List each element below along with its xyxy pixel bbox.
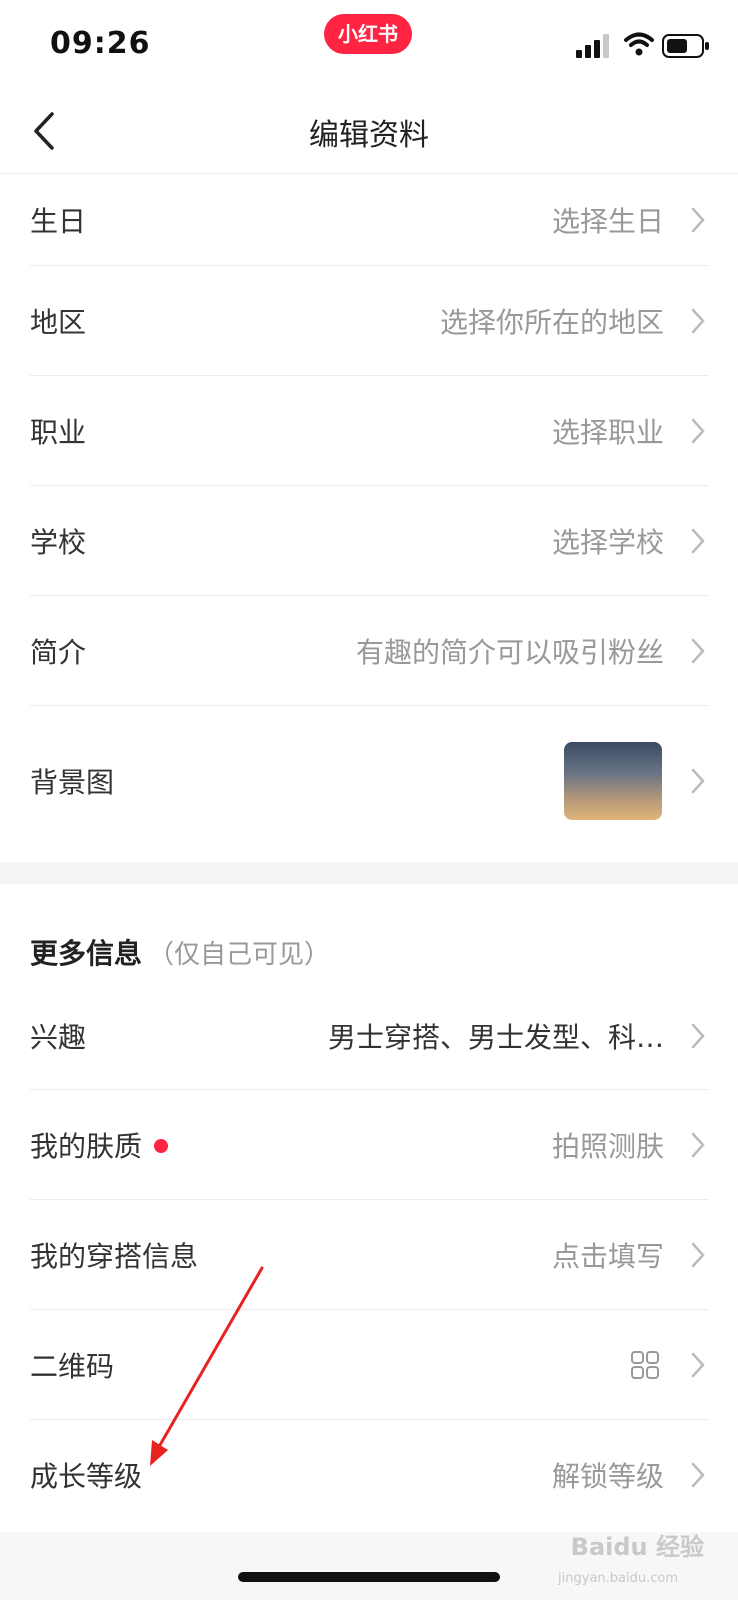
row-background-image[interactable]: 背景图	[30, 706, 708, 856]
status-time: 09:26	[50, 26, 151, 61]
row-label-text: 我的肤质	[30, 1129, 143, 1163]
chevron-right-icon	[691, 418, 705, 443]
section-note: （仅自己可见）	[148, 940, 331, 970]
row-interests[interactable]: 兴趣 男士穿搭、男士发型、科…	[30, 982, 708, 1090]
wifi-icon	[624, 32, 654, 56]
nav-bar: 编辑资料	[0, 88, 738, 174]
row-birthday[interactable]: 生日 选择生日	[30, 174, 708, 266]
row-label: 二维码	[30, 1349, 115, 1383]
row-value: 解锁等级	[551, 1460, 664, 1493]
section-title-text: 更多信息	[30, 937, 143, 970]
row-value: 有趣的简介可以吸引粉丝	[355, 635, 664, 669]
row-value: 选择你所在的地区	[439, 305, 664, 339]
chevron-right-icon	[691, 638, 705, 663]
chevron-right-icon	[691, 308, 705, 333]
row-label: 背景图	[30, 766, 115, 799]
row-qr-code[interactable]: 二维码	[30, 1310, 708, 1420]
row-label: 我的穿搭信息	[30, 1239, 199, 1273]
row-value: 选择生日	[551, 204, 664, 238]
qr-code-icon	[631, 1350, 659, 1379]
row-outfit-info[interactable]: 我的穿搭信息 点击填写	[30, 1200, 708, 1310]
chevron-right-icon	[691, 1242, 705, 1267]
row-growth-level[interactable]: 成长等级 解锁等级	[30, 1420, 708, 1530]
section-divider	[0, 862, 738, 884]
red-dot-badge	[154, 1138, 169, 1153]
chevron-right-icon	[691, 1132, 705, 1157]
row-value: 选择职业	[551, 415, 664, 449]
app-badge: 小红书	[324, 14, 412, 54]
row-occupation[interactable]: 职业 选择职业	[30, 376, 708, 486]
signal-icon	[576, 34, 609, 58]
home-indicator[interactable]	[238, 1572, 500, 1582]
row-bio[interactable]: 简介 有趣的简介可以吸引粉丝	[30, 596, 708, 706]
page-title: 编辑资料	[309, 118, 429, 153]
row-label: 简介	[30, 635, 87, 669]
watermark-url: jingyan.baidu.com	[558, 1571, 678, 1586]
background-image-thumbnail	[564, 742, 662, 820]
row-label: 成长等级	[30, 1460, 143, 1493]
chevron-right-icon	[691, 1352, 705, 1377]
watermark-logo: Baidu 经验	[570, 1533, 704, 1561]
row-label: 我的肤质	[30, 1125, 169, 1165]
chevron-right-icon	[691, 207, 705, 232]
status-bar: 09:26 小红书	[0, 0, 738, 88]
row-label: 学校	[30, 525, 87, 559]
chevron-right-icon	[691, 1023, 705, 1048]
chevron-right-icon	[691, 528, 705, 553]
row-value: 点击填写	[551, 1239, 664, 1273]
row-label: 生日	[30, 204, 87, 238]
chevron-right-icon	[691, 1462, 705, 1488]
row-value: 男士穿搭、男士发型、科…	[327, 1020, 664, 1054]
section-title: 更多信息 （仅自己可见）	[30, 932, 330, 972]
row-value: 拍照测肤	[551, 1129, 664, 1163]
row-label: 兴趣	[30, 1020, 87, 1054]
row-label: 职业	[30, 415, 87, 449]
battery-icon	[662, 34, 709, 58]
row-label: 地区	[30, 305, 87, 339]
row-school[interactable]: 学校 选择学校	[30, 486, 708, 596]
chevron-right-icon	[691, 768, 705, 794]
row-skin-type[interactable]: 我的肤质 拍照测肤	[30, 1090, 708, 1200]
row-region[interactable]: 地区 选择你所在的地区	[30, 266, 708, 376]
row-value: 选择学校	[551, 525, 664, 559]
